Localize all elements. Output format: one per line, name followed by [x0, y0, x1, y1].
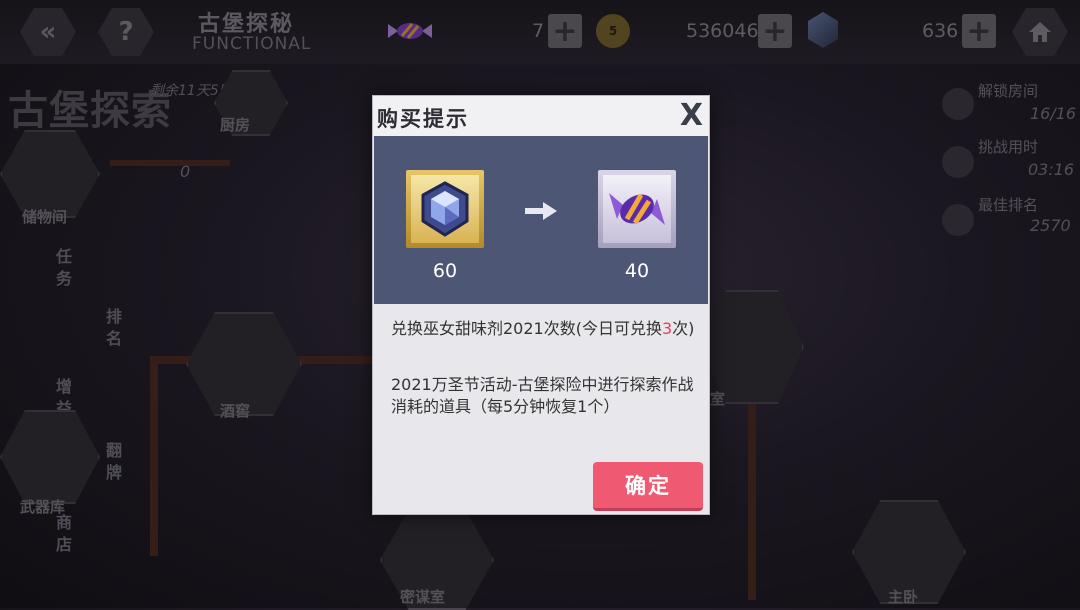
menu-shop[interactable]: 商店	[56, 512, 76, 556]
menu-rank[interactable]: 排名	[106, 306, 126, 350]
coin-count: 536046	[686, 20, 759, 42]
gem-icon	[808, 12, 838, 48]
room-armory-label: 武器库	[20, 498, 66, 516]
add-gem-button[interactable]: +	[962, 13, 996, 49]
stat-rank-value: 2570	[1030, 216, 1071, 235]
room-kitchen-label: 厨房	[220, 116, 251, 134]
gem-count: 636	[922, 20, 959, 42]
cost-quantity: 60	[432, 260, 458, 282]
home-icon	[1029, 22, 1051, 42]
event-title: 古堡探索	[8, 88, 172, 134]
candy-remaining: 0	[180, 162, 191, 181]
menu-tasks[interactable]: 任务	[56, 246, 76, 290]
candy-count: 7	[532, 20, 545, 42]
double-chevron-left-icon: «	[39, 17, 57, 47]
gem-icon	[421, 181, 469, 237]
arrow-right-icon	[525, 202, 557, 220]
exchange-count-remaining: 3	[661, 319, 673, 338]
coin-icon-label: 5	[608, 24, 618, 38]
ranking-icon	[942, 204, 974, 236]
back-button[interactable]: «	[20, 8, 76, 56]
purchase-dialog: 购买提示 X 60 40 兑换巫女甜味剂2021次数(今日可兑换3次) 2021…	[372, 95, 710, 515]
help-icon: ?	[118, 17, 134, 47]
stat-time-value: 03:16	[1028, 160, 1075, 179]
room-partial-node[interactable]	[700, 290, 804, 404]
stat-rank-label: 最佳排名	[978, 196, 1039, 214]
candy-icon	[609, 193, 665, 225]
top-bar: « ? 古堡探秘 FUNCTIONAL 7 + 5 536046 + 636 +	[0, 0, 1080, 64]
room-partial-label: 室	[710, 390, 726, 408]
plus-icon: +	[552, 13, 578, 49]
stat-unlocked-value: 16/16	[1030, 104, 1077, 123]
coin-icon: 5	[596, 14, 630, 48]
room-storage-node[interactable]	[0, 130, 100, 218]
room-storage-label: 储物间	[22, 208, 68, 226]
cost-item-slot	[406, 170, 484, 248]
dialog-title: 购买提示	[377, 107, 469, 131]
candy-icon	[388, 23, 432, 39]
page-subtitle: FUNCTIONAL	[192, 34, 312, 54]
add-coin-button[interactable]: +	[758, 13, 792, 49]
reward-item-slot	[598, 170, 676, 248]
dialog-header: 购买提示 X	[373, 96, 709, 136]
exchange-panel: 60 40	[374, 136, 708, 304]
add-candy-button[interactable]: +	[548, 13, 582, 49]
door-icon	[942, 88, 974, 120]
exchange-count-prefix: 兑换巫女甜味剂2021次数(今日可兑换	[391, 319, 662, 338]
room-armory-node[interactable]	[0, 410, 100, 504]
clock-icon	[942, 146, 974, 178]
item-description: 2021万圣节活动-古堡探险中进行探索作战消耗的道具（每5分钟恢复1个）	[391, 375, 694, 416]
confirm-button[interactable]: 确定	[593, 462, 703, 511]
help-button[interactable]: ?	[98, 8, 154, 56]
room-cellar-label: 酒窖	[220, 402, 251, 420]
exchange-count-suffix: 次)	[672, 319, 695, 338]
reward-quantity: 40	[624, 260, 650, 282]
home-button[interactable]	[1012, 8, 1068, 56]
stat-unlocked-label: 解锁房间	[978, 82, 1039, 100]
exchange-count-text: 兑换巫女甜味剂2021次数(今日可兑换3次)	[391, 318, 695, 340]
plus-icon: +	[966, 13, 992, 49]
room-bottom-label: 密谋室	[400, 588, 446, 606]
stat-time-label: 挑战用时	[978, 138, 1039, 156]
room-main-label: 主卧	[888, 588, 919, 606]
close-button[interactable]: X	[680, 98, 703, 133]
plus-icon: +	[762, 13, 788, 49]
menu-cards[interactable]: 翻牌	[106, 440, 126, 484]
